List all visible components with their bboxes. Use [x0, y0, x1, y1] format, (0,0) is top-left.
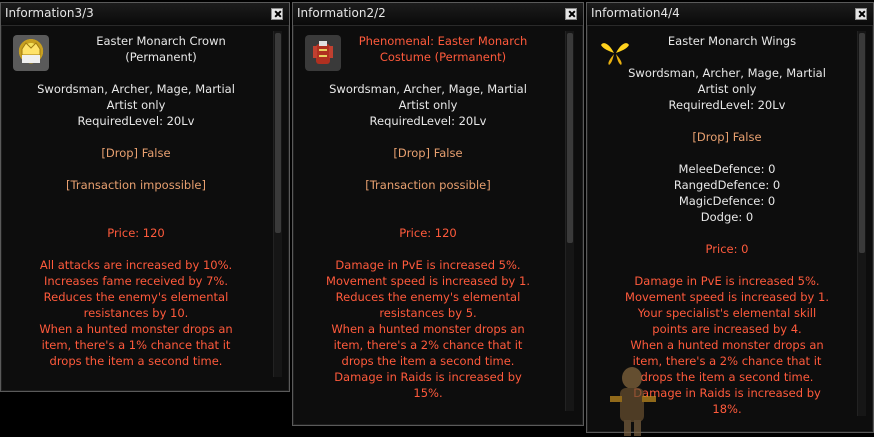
drop-status: [Drop] False: [393, 146, 463, 160]
requirements-line: Artist only: [106, 98, 166, 112]
effect-line: drops the item a second time.: [49, 354, 223, 368]
effect-line: resistances by 5.: [379, 306, 477, 320]
effect-line: drops the item a second time.: [341, 354, 515, 368]
effect-line: Damage in Raids is increased by: [334, 370, 522, 384]
defence-line: MagicDefence: 0: [678, 194, 776, 208]
scrollbar-thumb[interactable]: [859, 33, 865, 253]
effect-line: 15%.: [413, 386, 443, 400]
effect-line: Movement speed is increased by 1.: [326, 274, 530, 288]
window-title: Information3/3: [5, 6, 94, 20]
item-details: Swordsman, Archer, Mage, Martial Artist …: [6, 81, 266, 369]
crown-icon: [13, 35, 49, 71]
effect-line: points are increased by 4.: [652, 322, 802, 336]
window-title: Information4/4: [591, 6, 680, 20]
requirements-line: Swordsman, Archer, Mage, Martial: [628, 66, 826, 80]
effect-line: Damage in PvE is increased 5%.: [634, 274, 820, 288]
defence-line: MeleeDefence: 0: [678, 162, 776, 176]
scrollbar[interactable]: [565, 31, 574, 411]
defence-line: RangedDefence: 0: [673, 178, 781, 192]
titlebar[interactable]: Information2/2: [293, 3, 583, 26]
effect-line: Reduces the enemy's elemental: [335, 290, 521, 304]
scrollbar[interactable]: [857, 31, 866, 416]
requirements-line: Artist only: [398, 98, 458, 112]
window-title: Information2/2: [297, 6, 386, 20]
effect-line: Your specialist's elemental skill: [637, 306, 817, 320]
item-name: Easter Monarch Crown (Permanent): [96, 34, 226, 64]
effect-line: item, there's a 2% chance that it: [333, 338, 523, 352]
effect-line: Movement speed is increased by 1.: [625, 290, 829, 304]
scrollbar-thumb[interactable]: [567, 33, 573, 243]
item-name: Easter Monarch Wings: [667, 34, 797, 48]
requirements-line: Swordsman, Archer, Mage, Martial: [329, 82, 527, 96]
game-character-background: [610, 367, 656, 436]
price: Price: 120: [399, 226, 457, 240]
drop-status: [Drop] False: [692, 130, 762, 144]
effect-line: resistances by 10.: [83, 306, 189, 320]
effect-line: item, there's a 1% chance that it: [41, 338, 231, 352]
defence-line: Dodge: 0: [700, 210, 754, 224]
price: Price: 120: [107, 226, 165, 240]
transaction-status: [Transaction impossible]: [66, 178, 206, 192]
effect-line: When a hunted monster drops an: [331, 322, 525, 336]
requirements-line: RequiredLevel: 20Lv: [369, 114, 487, 128]
drop-status: [Drop] False: [101, 146, 171, 160]
transaction-status: [Transaction possible]: [365, 178, 491, 192]
requirements-line: Swordsman, Archer, Mage, Martial: [37, 82, 235, 96]
close-icon[interactable]: [565, 8, 577, 20]
price: Price: 0: [705, 242, 749, 256]
effect-line: Damage in PvE is increased 5%.: [335, 258, 521, 272]
effect-line: Reduces the enemy's elemental: [43, 290, 229, 304]
effect-line: When a hunted monster drops an: [39, 322, 233, 336]
item-details: Swordsman, Archer, Mage, Martial Artist …: [298, 81, 558, 401]
requirements-line: Artist only: [697, 82, 757, 96]
effect-line: When a hunted monster drops an: [630, 338, 824, 352]
info-window-costume: Information2/2 Phenomenal: Easter Monarc…: [292, 2, 584, 426]
effect-line: Increases fame received by 7%.: [44, 274, 228, 288]
scrollbar[interactable]: [273, 31, 282, 377]
requirements-line: RequiredLevel: 20Lv: [77, 114, 195, 128]
requirements-line: RequiredLevel: 20Lv: [668, 98, 786, 112]
scrollbar-thumb[interactable]: [275, 33, 281, 233]
close-icon[interactable]: [855, 8, 867, 20]
titlebar[interactable]: Information3/3: [1, 3, 289, 26]
costume-icon: [305, 35, 341, 71]
info-window-crown: Information3/3 Easter Monarch Crown (Per…: [0, 2, 290, 392]
effect-line: All attacks are increased by 10%.: [39, 258, 233, 272]
close-icon[interactable]: [271, 8, 283, 20]
item-name: Phenomenal: Easter Monarch Costume (Perm…: [358, 34, 528, 64]
titlebar[interactable]: Information4/4: [587, 3, 873, 26]
